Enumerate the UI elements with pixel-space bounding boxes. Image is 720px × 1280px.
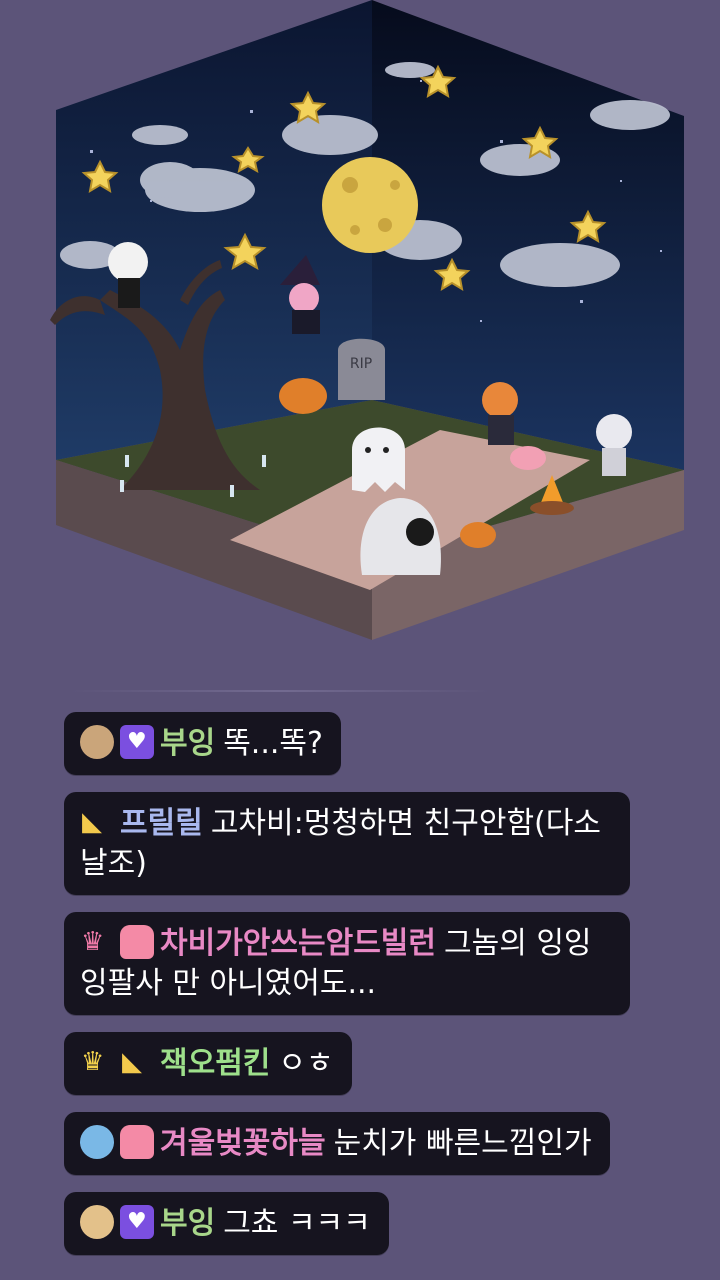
cat-face-icon [80, 1205, 114, 1239]
purple-heart-icon: ♥ [120, 725, 154, 759]
ghost [352, 427, 405, 492]
pink-cat-icon [120, 925, 154, 959]
chat-nickname[interactable]: 차비가안쓰는암드빌런 [160, 926, 436, 961]
pumpkin [279, 378, 327, 414]
crown-sparkle-icon: ♛ [81, 927, 105, 957]
moon [322, 157, 418, 253]
chat-message: ◣ 프릴릴 고차비:멍청하면 친구안함(다소날조) [64, 792, 630, 895]
pink-cat-icon [120, 1125, 154, 1159]
chat-nickname[interactable]: 프릴릴 [120, 806, 203, 841]
chat-nickname[interactable]: 겨울벚꽃하늘 [160, 1126, 326, 1161]
orange-hair-character [482, 382, 518, 418]
white-hair-character [596, 414, 632, 450]
chat-list: ♥ 부잉 똑...똑? ◣ 프릴릴 고차비:멍청하면 친구안함(다소날조) ♛ 차비… [64, 712, 644, 1272]
cat-face-icon [80, 725, 114, 759]
purple-heart-icon: ♥ [120, 1205, 154, 1239]
halloween-room-scene: RIP [0, 0, 720, 650]
chat-message: 겨울벚꽃하늘 눈치가 빠른느낌인가 [64, 1112, 610, 1175]
divider-line [70, 690, 490, 692]
chat-text: 똑...똑? [223, 726, 323, 761]
blue-creature-icon [80, 1125, 114, 1159]
chat-message: ♥ 부잉 똑...똑? [64, 712, 341, 775]
pig [510, 446, 546, 470]
chat-text: ㅇㅎ [278, 1046, 334, 1081]
crown-icon: ♛ [81, 1047, 105, 1077]
chat-nickname[interactable]: 잭오펌킨 [160, 1046, 270, 1081]
cheese-icon: ◣ [122, 1047, 142, 1077]
chat-message: ♥ 부잉 그쵸 ㅋㅋㅋ [64, 1192, 389, 1255]
tombstone: RIP [338, 338, 385, 400]
svg-text:RIP: RIP [350, 356, 372, 372]
chat-text: 눈치가 빠른느낌인가 [333, 1126, 592, 1161]
chat-text: 그쵸 ㅋㅋㅋ [223, 1206, 371, 1241]
chat-message: ♛ 차비가안쓰는암드빌런 그놈의 잉잉잉팔사 만 아니였어도... [64, 912, 630, 1015]
cheese-icon: ◣ [82, 807, 102, 837]
chat-message: ♛ ◣ 잭오펌킨 ㅇㅎ [64, 1032, 352, 1095]
chat-nickname[interactable]: 부잉 [160, 726, 215, 761]
chat-nickname[interactable]: 부잉 [160, 1206, 215, 1241]
bear-character [108, 242, 148, 282]
